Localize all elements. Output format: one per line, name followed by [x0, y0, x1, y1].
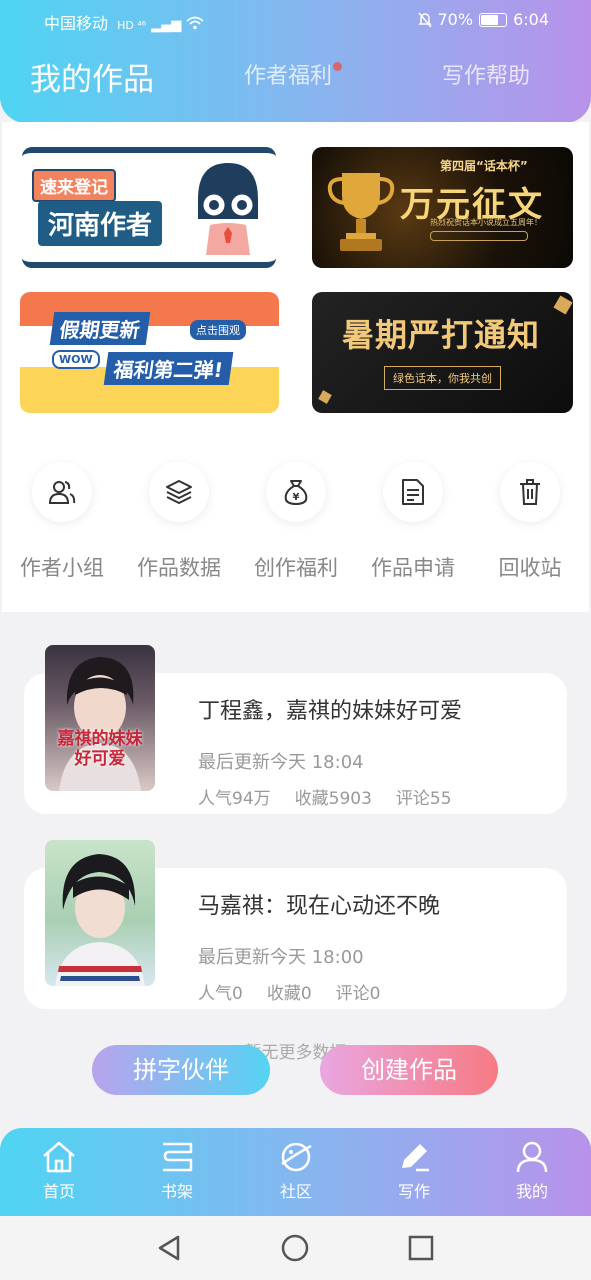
- banner-essay-contest[interactable]: 第四届“话本杯” 万元征文 热烈祝贺话本小说成立五周年！: [312, 147, 573, 268]
- banner-subtitle: 第四届“话本杯”: [440, 159, 528, 173]
- action-label: 创作福利: [254, 556, 338, 580]
- home-icon: [43, 1141, 75, 1173]
- trophy-icon: [327, 173, 395, 251]
- nav-profile[interactable]: 我的: [482, 1140, 582, 1202]
- action-label: 回收站: [498, 556, 562, 580]
- banner-title: 暑期严打通知: [342, 316, 541, 354]
- nav-community[interactable]: 社区: [246, 1140, 346, 1202]
- mute-bell-icon: [417, 12, 432, 27]
- profile-icon: [516, 1141, 548, 1173]
- nav-label: 写作: [397, 1182, 430, 1201]
- battery-icon: [479, 12, 508, 27]
- clock: 6:04: [513, 10, 549, 29]
- nav-home[interactable]: 首页: [9, 1140, 109, 1202]
- work-updated: 最后更新今天 18:04: [198, 752, 364, 773]
- banner-holiday-update[interactable]: 假期更新 点击围观 WOW 福利第二弹!: [20, 292, 279, 413]
- nav-write[interactable]: 写作: [364, 1140, 464, 1202]
- planet-icon: [281, 1142, 312, 1172]
- nav-label: 首页: [42, 1182, 75, 1201]
- layers-icon: [166, 480, 192, 504]
- create-work-button[interactable]: 创建作品: [320, 1045, 498, 1095]
- network-indicator: HD ⁴⁶: [117, 19, 147, 32]
- work-favorites: 收藏5903: [294, 789, 372, 809]
- signal-icon: ▂▄▆: [151, 18, 182, 33]
- recents-icon[interactable]: [408, 1234, 434, 1262]
- battery-percent: 70%: [437, 10, 474, 29]
- money-bag-icon: ¥: [284, 480, 308, 506]
- nav-label: 社区: [279, 1182, 312, 1201]
- group-icon: [48, 481, 76, 504]
- trash-icon: [520, 479, 540, 505]
- no-more-data-label: 暂无更多数据: [244, 1043, 347, 1063]
- banner-date-bar: [430, 231, 528, 241]
- work-popularity: 人气0: [198, 984, 243, 1004]
- work-title: 马嘉祺：现在心动还不晚: [198, 894, 441, 919]
- banner-summer-notice[interactable]: 暑期严打通知 绿色话本，你我共创: [312, 292, 573, 413]
- carrier-label: 中国移动 HD ⁴⁶ ▂▄▆: [44, 10, 204, 34]
- cover-portrait-icon: [55, 854, 145, 986]
- decor-shape: [553, 295, 573, 315]
- wifi-icon: [186, 16, 204, 30]
- action-recycle-bin[interactable]: 回收站: [472, 462, 588, 582]
- work-favorites: 收藏0: [266, 984, 312, 1004]
- banner-subtitle: 福利第二弹!: [103, 352, 234, 385]
- document-icon: [402, 479, 424, 505]
- work-title: 丁程鑫，嘉祺的妹妹好可爱: [198, 699, 463, 724]
- work-cover[interactable]: [45, 840, 155, 986]
- banner-tag: WOW: [52, 350, 100, 369]
- banner-caption: 热烈祝贺话本小说成立五周年！: [430, 218, 542, 227]
- banner-title: 假期更新: [49, 312, 151, 345]
- bottom-nav: 首页 书架 社区 写作 我的: [0, 1128, 591, 1216]
- pen-icon: [402, 1144, 429, 1172]
- work-stats: 人气94万 收藏5903 评论55: [198, 784, 452, 809]
- tab-my-works[interactable]: 我的作品: [30, 54, 154, 99]
- home-circle-icon[interactable]: [281, 1234, 309, 1262]
- action-label: 作品申请: [371, 556, 455, 580]
- back-icon[interactable]: [156, 1234, 182, 1262]
- cover-title: 嘉祺的妹妹好可爱: [57, 729, 143, 769]
- work-card[interactable]: 嘉祺的妹妹好可爱 丁程鑫，嘉祺的妹妹好可爱 最后更新今天 18:04 人气94万…: [24, 645, 567, 814]
- tab-writing-help[interactable]: 写作帮助: [442, 58, 530, 90]
- banner-caption: 绿色话本，你我共创: [384, 366, 501, 390]
- header: 中国移动 HD ⁴⁶ ▂▄▆ 70% 6:04 我的作品 作者福利 写作帮助: [0, 0, 591, 123]
- action-label: 作品数据: [137, 556, 221, 580]
- work-stats: 人气0 收藏0 评论0: [198, 979, 380, 1004]
- svg-text:¥: ¥: [293, 492, 300, 503]
- action-label: 作者小组: [20, 556, 104, 580]
- system-nav-bar: [0, 1216, 591, 1280]
- top-tabs: 我的作品 作者福利 写作帮助: [0, 58, 591, 108]
- work-cover[interactable]: 嘉祺的妹妹好可爱: [45, 645, 155, 791]
- work-popularity: 人气94万: [198, 789, 271, 809]
- banner-tag: 速来登记: [32, 169, 116, 202]
- banner-henan-author[interactable]: 速来登记 河南作者: [22, 147, 276, 268]
- work-comments: 评论0: [335, 984, 381, 1004]
- decor-shape: [318, 390, 332, 404]
- quick-actions: 作者小组 作品数据 ¥ 创作福利 作品申请 回收站: [2, 462, 589, 582]
- top-panel: 速来登记 河南作者 第四届“话本杯” 万元征文 热烈祝贺话本小说成立五周年！ 假…: [2, 122, 589, 612]
- illustration-girl-binoculars-icon: [198, 163, 258, 255]
- action-author-group[interactable]: 作者小组: [4, 462, 120, 582]
- work-card[interactable]: 马嘉祺：现在心动还不晚 最后更新今天 18:00 人气0 收藏0 评论0: [24, 840, 567, 1009]
- bookshelf-icon: [163, 1142, 193, 1172]
- nav-label: 书架: [160, 1182, 193, 1201]
- notification-dot: [333, 62, 343, 71]
- action-creation-benefits[interactable]: ¥ 创作福利: [238, 462, 354, 582]
- cover-portrait-icon: [59, 657, 141, 791]
- action-works-data[interactable]: 作品数据: [121, 462, 237, 582]
- partner-button[interactable]: 拼字伙伴: [92, 1045, 270, 1095]
- banner-title: 河南作者: [38, 201, 163, 246]
- banner-badge: 点击围观: [190, 320, 246, 340]
- work-updated: 最后更新今天 18:00: [198, 947, 364, 968]
- action-works-apply[interactable]: 作品申请: [355, 462, 471, 582]
- nav-bookshelf[interactable]: 书架: [127, 1140, 227, 1202]
- tab-author-benefits[interactable]: 作者福利: [244, 58, 343, 90]
- tab-label: 作者福利: [244, 64, 333, 89]
- status-bar: 中国移动 HD ⁴⁶ ▂▄▆ 70% 6:04: [0, 8, 591, 34]
- work-comments: 评论55: [395, 789, 452, 809]
- nav-label: 我的: [515, 1182, 548, 1201]
